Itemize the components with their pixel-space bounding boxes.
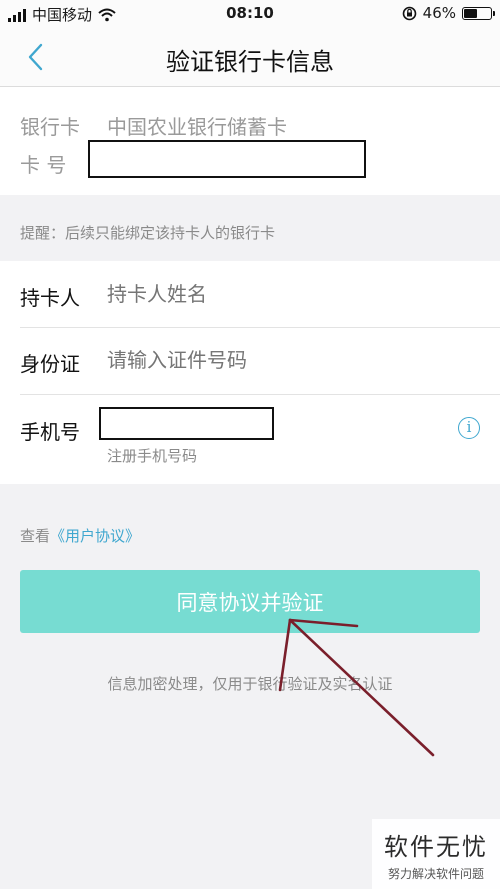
agreement-prefix: 查看 (20, 527, 51, 545)
status-bar: 中国移动 08:10 46% (0, 0, 500, 28)
nav-bar: 验证银行卡信息 (0, 28, 500, 87)
bank-label: 银行卡 (20, 115, 80, 139)
holder-row: 持卡人 (0, 261, 500, 327)
user-agreement-link[interactable]: 《用户协议》 (50, 527, 140, 545)
battery-icon (462, 6, 495, 20)
holder-name-input[interactable] (107, 282, 447, 306)
watermark-logo: 软件无忧 努力解决软件问题 (372, 819, 500, 889)
card-info-section: 银行卡 中国农业银行储蓄卡 卡 号 (0, 87, 500, 195)
bank-value: 中国农业银行储蓄卡 (107, 115, 287, 139)
page-title: 验证银行卡信息 (166, 48, 334, 76)
holder-form: 持卡人 身份证 手机号 注册手机号码 i (0, 261, 500, 484)
agreement-line: 查看《用户协议》 (20, 525, 140, 546)
binding-tip: 提醒：后续只能绑定该持卡人的银行卡 (20, 224, 276, 242)
orientation-lock-icon (402, 6, 416, 20)
privacy-note: 信息加密处理，仅用于银行验证及实名认证 (107, 675, 393, 693)
id-row: 身份证 (0, 328, 500, 394)
id-label: 身份证 (20, 352, 80, 376)
card-number-redaction (88, 140, 366, 178)
phone-row: 手机号 注册手机号码 i (0, 395, 500, 484)
phone-hint: 注册手机号码 (107, 447, 198, 465)
battery-fill (464, 8, 477, 18)
agree-and-verify-button[interactable]: 同意协议并验证 (20, 570, 480, 633)
phone-input[interactable] (99, 407, 274, 440)
holder-label: 持卡人 (20, 286, 80, 310)
id-number-input[interactable] (107, 348, 447, 372)
info-icon[interactable]: i (458, 417, 480, 439)
card-number-label: 卡 号 (20, 153, 67, 177)
watermark-subtitle: 努力解决软件问题 (387, 867, 484, 881)
battery-percent: 46% (422, 4, 456, 22)
watermark-title: 软件无忧 (384, 833, 488, 861)
phone-label: 手机号 (20, 420, 80, 444)
status-right: 46% (402, 4, 495, 22)
